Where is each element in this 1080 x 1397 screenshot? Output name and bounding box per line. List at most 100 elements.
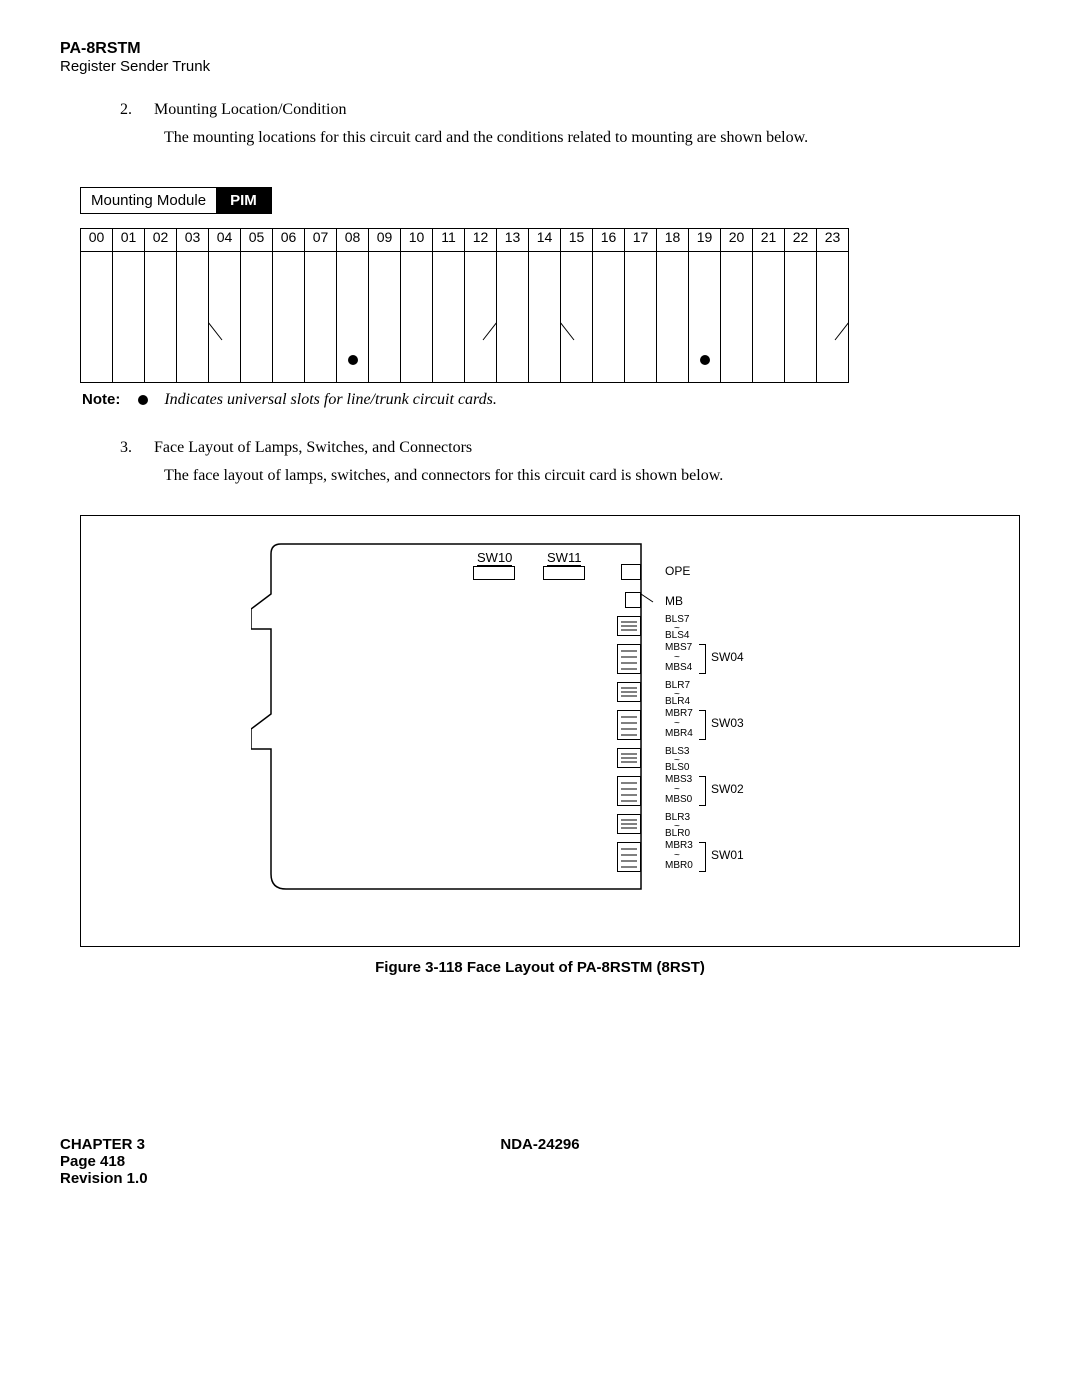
mbr3-0-block	[617, 842, 641, 872]
bracket-line-icon	[208, 312, 240, 352]
card-svg	[251, 534, 731, 904]
mb-label: MB	[665, 594, 683, 608]
mb-lever-icon	[639, 592, 657, 608]
slot-header-cell: 09	[369, 229, 401, 252]
section-2-body: The mounting locations for this circuit …	[164, 129, 1020, 147]
blr0-label: BLR0	[665, 828, 690, 839]
bracket-line-icon	[560, 312, 592, 352]
sw01-label: SW01	[711, 848, 744, 862]
slot-header-cell: 05	[241, 229, 273, 252]
mbr7-4-block	[617, 710, 641, 740]
footer-doc: NDA-24296	[500, 1136, 579, 1153]
sw11-label: SW11	[547, 550, 581, 566]
slot-body-cell	[273, 252, 305, 383]
footer-page: Page 418	[60, 1153, 1020, 1170]
section-2-title: Mounting Location/Condition	[154, 101, 346, 118]
pim-label: PIM	[216, 188, 271, 213]
slot-body-cell	[753, 252, 785, 383]
bls4-label: BLS4	[665, 630, 689, 641]
bls0-label: BLS0	[665, 762, 689, 773]
mbs3-0-block	[617, 776, 641, 806]
slot-header-cell: 23	[817, 229, 849, 252]
sw04-label: SW04	[711, 650, 744, 664]
slot-header-cell: 07	[305, 229, 337, 252]
section-2-number: 2.	[120, 101, 150, 119]
slot-body-row	[81, 252, 849, 383]
slot-body-cell	[401, 252, 433, 383]
bls7-4-block	[617, 616, 641, 636]
sw03-bracket	[699, 710, 706, 740]
slot-header-cell: 03	[177, 229, 209, 252]
section-3: 3. Face Layout of Lamps, Switches, and C…	[120, 439, 1020, 457]
ope-box	[621, 564, 641, 580]
slot-body-cell	[337, 252, 369, 383]
slot-header-cell: 14	[529, 229, 561, 252]
ope-label: OPE	[665, 564, 690, 578]
section-2: 2. Mounting Location/Condition	[120, 101, 1020, 119]
slot-body-cell	[817, 252, 849, 383]
slot-body-cell	[593, 252, 625, 383]
slot-body-cell	[625, 252, 657, 383]
slot-header-cell: 21	[753, 229, 785, 252]
sw11-box	[543, 566, 585, 580]
slot-header-cell: 11	[433, 229, 465, 252]
figure-box: SW10 SW11 OPE MB BLS7 ~ BLS4 MBS7 ~ MBS4…	[80, 515, 1020, 947]
slot-header-cell: 10	[401, 229, 433, 252]
model-title: PA-8RSTM	[60, 40, 1020, 58]
slot-header-cell: 16	[593, 229, 625, 252]
slot-header-cell: 22	[785, 229, 817, 252]
slot-body-cell	[145, 252, 177, 383]
bracket-line-icon	[817, 312, 849, 352]
slot-body-cell	[369, 252, 401, 383]
slot-header-cell: 02	[145, 229, 177, 252]
slot-body-cell	[785, 252, 817, 383]
bullet-icon	[348, 355, 358, 365]
slot-body-cell	[209, 252, 241, 383]
sw02-bracket	[699, 776, 706, 806]
slot-header-cell: 15	[561, 229, 593, 252]
slot-body-cell	[657, 252, 689, 383]
slot-header-cell: 17	[625, 229, 657, 252]
slot-header-cell: 00	[81, 229, 113, 252]
slot-header-cell: 01	[113, 229, 145, 252]
slot-body-cell	[113, 252, 145, 383]
figure-caption: Figure 3-118 Face Layout of PA-8RSTM (8R…	[60, 959, 1020, 976]
slot-body-cell	[81, 252, 113, 383]
page-footer: CHAPTER 3 NDA-24296 Page 418 Revision 1.…	[60, 1136, 1020, 1187]
slot-header-cell: 19	[689, 229, 721, 252]
sw03-label: SW03	[711, 716, 744, 730]
slot-body-cell	[433, 252, 465, 383]
model-subtitle: Register Sender Trunk	[60, 58, 1020, 75]
slot-header-row: 0001020304050607080910111213141516171819…	[81, 229, 849, 252]
slot-header-cell: 12	[465, 229, 497, 252]
slot-header-cell: 20	[721, 229, 753, 252]
slot-header-cell: 13	[497, 229, 529, 252]
bracket-line-icon	[465, 312, 497, 352]
slot-body-cell	[721, 252, 753, 383]
section-3-body: The face layout of lamps, switches, and …	[164, 467, 1020, 485]
mbr4-label: MBR4	[665, 728, 693, 739]
bls3-0-block	[617, 748, 641, 768]
slot-header-cell: 08	[337, 229, 369, 252]
slot-body-cell	[529, 252, 561, 383]
slot-body-cell	[561, 252, 593, 383]
sw04-bracket	[699, 644, 706, 674]
slot-body-cell	[241, 252, 273, 383]
note-text: Indicates universal slots for line/trunk…	[164, 391, 497, 408]
blr3-0-block	[617, 814, 641, 834]
sw10-box	[473, 566, 515, 580]
slot-body-cell	[305, 252, 337, 383]
slot-body-cell	[689, 252, 721, 383]
slot-body-cell	[465, 252, 497, 383]
sw10-label: SW10	[477, 550, 512, 566]
slot-body-cell	[497, 252, 529, 383]
slot-header-cell: 04	[209, 229, 241, 252]
slot-header-cell: 06	[273, 229, 305, 252]
mbs4-label: MBS4	[665, 662, 692, 673]
mounting-label: Mounting Module	[81, 188, 216, 213]
blr4-label: BLR4	[665, 696, 690, 707]
note-row: Note: Indicates universal slots for line…	[82, 391, 1020, 409]
footer-rev: Revision 1.0	[60, 1170, 1020, 1187]
bullet-icon	[700, 355, 710, 365]
sw02-label: SW02	[711, 782, 744, 796]
